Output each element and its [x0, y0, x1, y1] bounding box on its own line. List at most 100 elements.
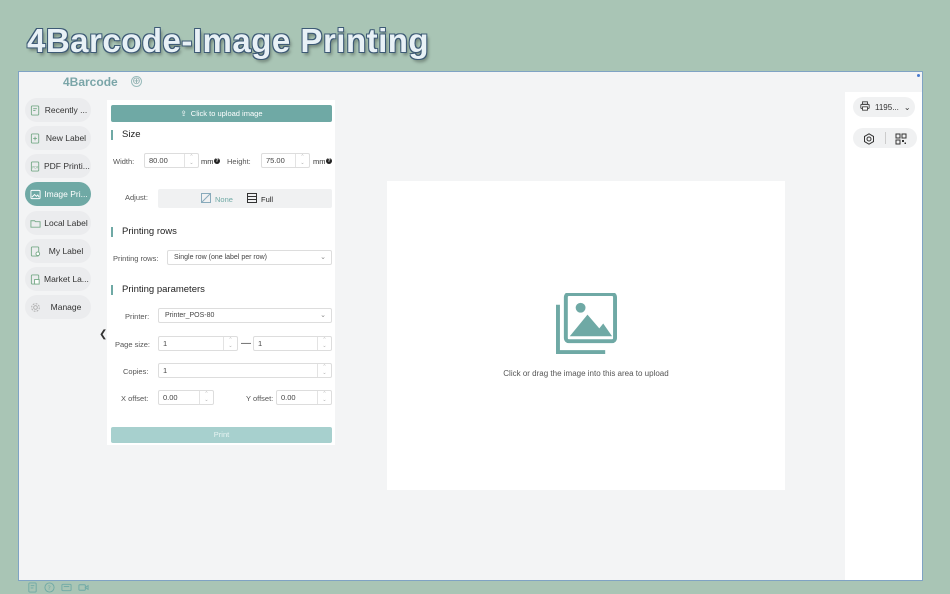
image-placeholder-icon — [556, 292, 618, 354]
y-offset-value: 0.00 — [281, 393, 296, 402]
printer-value: Printer_POS-80 — [165, 312, 215, 319]
sidebar-bottom-icons: ? — [27, 582, 89, 593]
x-offset-stepper[interactable]: ⌃ ⌄ — [199, 391, 213, 404]
sidebar-item-manage[interactable]: Manage — [25, 295, 91, 319]
printing-rows-label: Printing rows: — [113, 254, 159, 263]
sidebar-item-pdf-printing[interactable]: PDF PDF Printi... — [25, 154, 91, 178]
sidebar-item-label: Local Label — [44, 218, 88, 228]
y-offset-label: Y offset: — [246, 394, 274, 403]
notes-icon[interactable] — [27, 582, 38, 593]
sidebar-item-label: Recently ... — [44, 105, 88, 115]
full-fill-icon — [247, 193, 257, 205]
card-icon[interactable] — [61, 582, 72, 593]
page-to-stepper[interactable]: ⌃ ⌄ — [317, 337, 331, 350]
tool-separator — [885, 132, 886, 144]
x-offset-input[interactable]: 0.00 ⌃ ⌄ — [158, 390, 214, 405]
settings-panel: ⇪ Click to upload image Size Width: 80.0… — [107, 100, 335, 445]
upload-hint-text: Click or drag the image into this area t… — [503, 369, 669, 378]
width-stepper[interactable]: ⌃ ⌄ — [184, 154, 198, 167]
sidebar-item-my-label[interactable]: My Label — [25, 239, 91, 263]
page-to-value: 1 — [258, 339, 263, 348]
width-value: 80.00 — [149, 156, 168, 165]
height-unit: mm — [313, 157, 326, 166]
upload-image-label: Click to upload image — [190, 109, 263, 118]
copies-value: 1 — [163, 366, 168, 375]
sidebar-item-label: My Label — [48, 246, 84, 256]
image-upload-area[interactable]: Click or drag the image into this area t… — [387, 181, 785, 490]
adjust-none-label: None — [215, 194, 233, 204]
printing-rows-value: Single row (one label per row) — [174, 254, 267, 261]
folder-icon — [30, 218, 41, 229]
upload-icon: ⇪ — [180, 109, 187, 118]
width-unit: mm — [201, 157, 214, 166]
print-button[interactable]: Print — [111, 427, 332, 443]
y-offset-input[interactable]: 0.00 ⌃ ⌄ — [276, 390, 332, 405]
sidebar-item-label: PDF Printi... — [44, 161, 90, 171]
app-name: 4Barcode — [63, 75, 118, 89]
printing-rows-title: Printing rows — [111, 227, 177, 237]
width-input[interactable]: 80.00 ⌃ ⌄ — [144, 153, 199, 168]
right-panel: 1195... ⌄ — [845, 92, 922, 580]
svg-text:?: ? — [47, 584, 50, 592]
sidebar-item-label: New Label — [45, 133, 87, 143]
pdf-icon: PDF — [30, 160, 41, 172]
svg-text:PDF: PDF — [32, 165, 38, 169]
upload-image-button[interactable]: ⇪ Click to upload image — [111, 105, 332, 122]
y-offset-stepper[interactable]: ⌃ ⌄ — [317, 391, 331, 404]
qr-code-icon[interactable] — [895, 132, 907, 150]
sidebar-item-recently[interactable]: Recently ... — [25, 98, 91, 122]
add-tab-icon[interactable]: ⊕ — [131, 76, 142, 87]
status-dot — [917, 74, 920, 77]
width-label: Width: — [113, 157, 135, 166]
sidebar-item-label: Manage — [50, 302, 82, 312]
help-icon[interactable]: ? — [44, 582, 55, 593]
copies-stepper[interactable]: ⌃ ⌄ — [317, 364, 331, 377]
sidebar-item-new-label[interactable]: New Label — [25, 126, 91, 150]
printer-selector[interactable]: 1195... ⌄ — [853, 97, 915, 117]
adjust-toggle: None Full — [158, 189, 332, 208]
settings-gear-icon[interactable] — [863, 132, 875, 150]
sidebar-item-image-printing[interactable]: Image Pri... — [25, 182, 91, 206]
size-section-title: Size — [111, 130, 140, 140]
page-from-input[interactable]: 1 ⌃ ⌄ — [158, 336, 238, 351]
printer-icon — [860, 101, 870, 113]
tool-group — [853, 128, 917, 148]
height-stepper[interactable]: ⌃ ⌄ — [295, 154, 309, 167]
page-from-stepper[interactable]: ⌃ ⌄ — [223, 337, 237, 350]
printing-parameters-title: Printing parameters — [111, 285, 205, 295]
image-icon — [30, 189, 41, 200]
copies-label: Copies: — [123, 367, 149, 376]
document-add-icon — [30, 132, 41, 144]
height-value: 75.00 — [266, 156, 285, 165]
height-label: Height: — [227, 157, 251, 166]
titlebar: 4Barcode ⊕ — [19, 72, 922, 92]
adjust-full-option[interactable]: Full — [247, 193, 273, 205]
sidebar-item-label: Market La... — [44, 274, 89, 284]
video-icon[interactable] — [78, 582, 89, 593]
page-range-dash: — — [241, 338, 251, 349]
no-fill-icon — [201, 193, 211, 205]
sidebar: Recently ... New Label PDF PDF Printi...… — [19, 92, 96, 593]
sidebar-item-label: Image Pri... — [44, 189, 88, 199]
document-clock-icon — [30, 104, 41, 116]
x-offset-value: 0.00 — [163, 393, 178, 402]
banner-title: 4Barcode-Image Printing — [27, 22, 430, 59]
x-offset-label: X offset: — [121, 394, 149, 403]
width-help-icon[interactable]: ? — [214, 158, 220, 164]
adjust-none-option[interactable]: None — [201, 193, 233, 205]
sidebar-item-local-label[interactable]: Local Label — [25, 211, 91, 235]
copies-input[interactable]: 1 ⌃ ⌄ — [158, 363, 332, 378]
page-from-value: 1 — [163, 339, 168, 348]
height-input[interactable]: 75.00 ⌃ ⌄ — [261, 153, 310, 168]
page-to-input[interactable]: 1 ⌃ ⌄ — [253, 336, 332, 351]
chevron-down-icon: ⌄ — [320, 254, 326, 261]
sidebar-item-market-label[interactable]: Market La... — [25, 267, 91, 291]
chevron-down-icon: ⌄ — [320, 312, 326, 319]
printer-label: Printer: — [125, 312, 150, 321]
collapse-panel-icon[interactable]: ❮ — [99, 329, 107, 340]
printer-name: 1195... — [875, 102, 899, 112]
height-help-icon[interactable]: ? — [326, 158, 332, 164]
printing-rows-select[interactable]: Single row (one label per row) ⌄ — [167, 250, 332, 265]
printer-select[interactable]: Printer_POS-80 ⌄ — [158, 308, 332, 323]
market-icon — [30, 273, 41, 285]
